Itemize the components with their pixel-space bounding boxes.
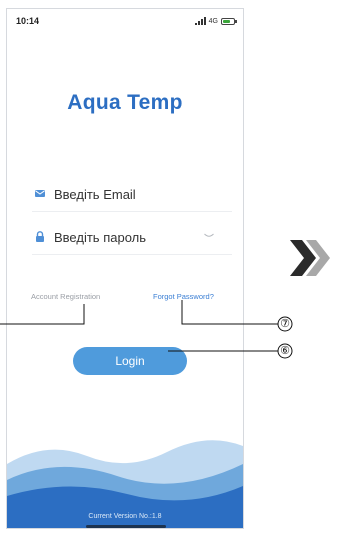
double-chevron-right-icon (290, 240, 330, 276)
callout-7: ⑦ (280, 318, 290, 330)
callout-6: ⑥ (280, 345, 290, 357)
